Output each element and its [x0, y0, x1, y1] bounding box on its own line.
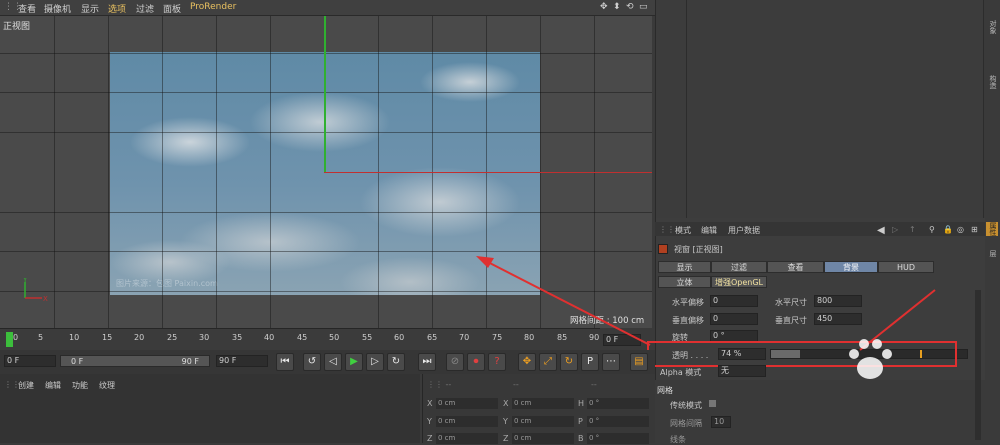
paw-watermark-logo	[840, 330, 900, 390]
